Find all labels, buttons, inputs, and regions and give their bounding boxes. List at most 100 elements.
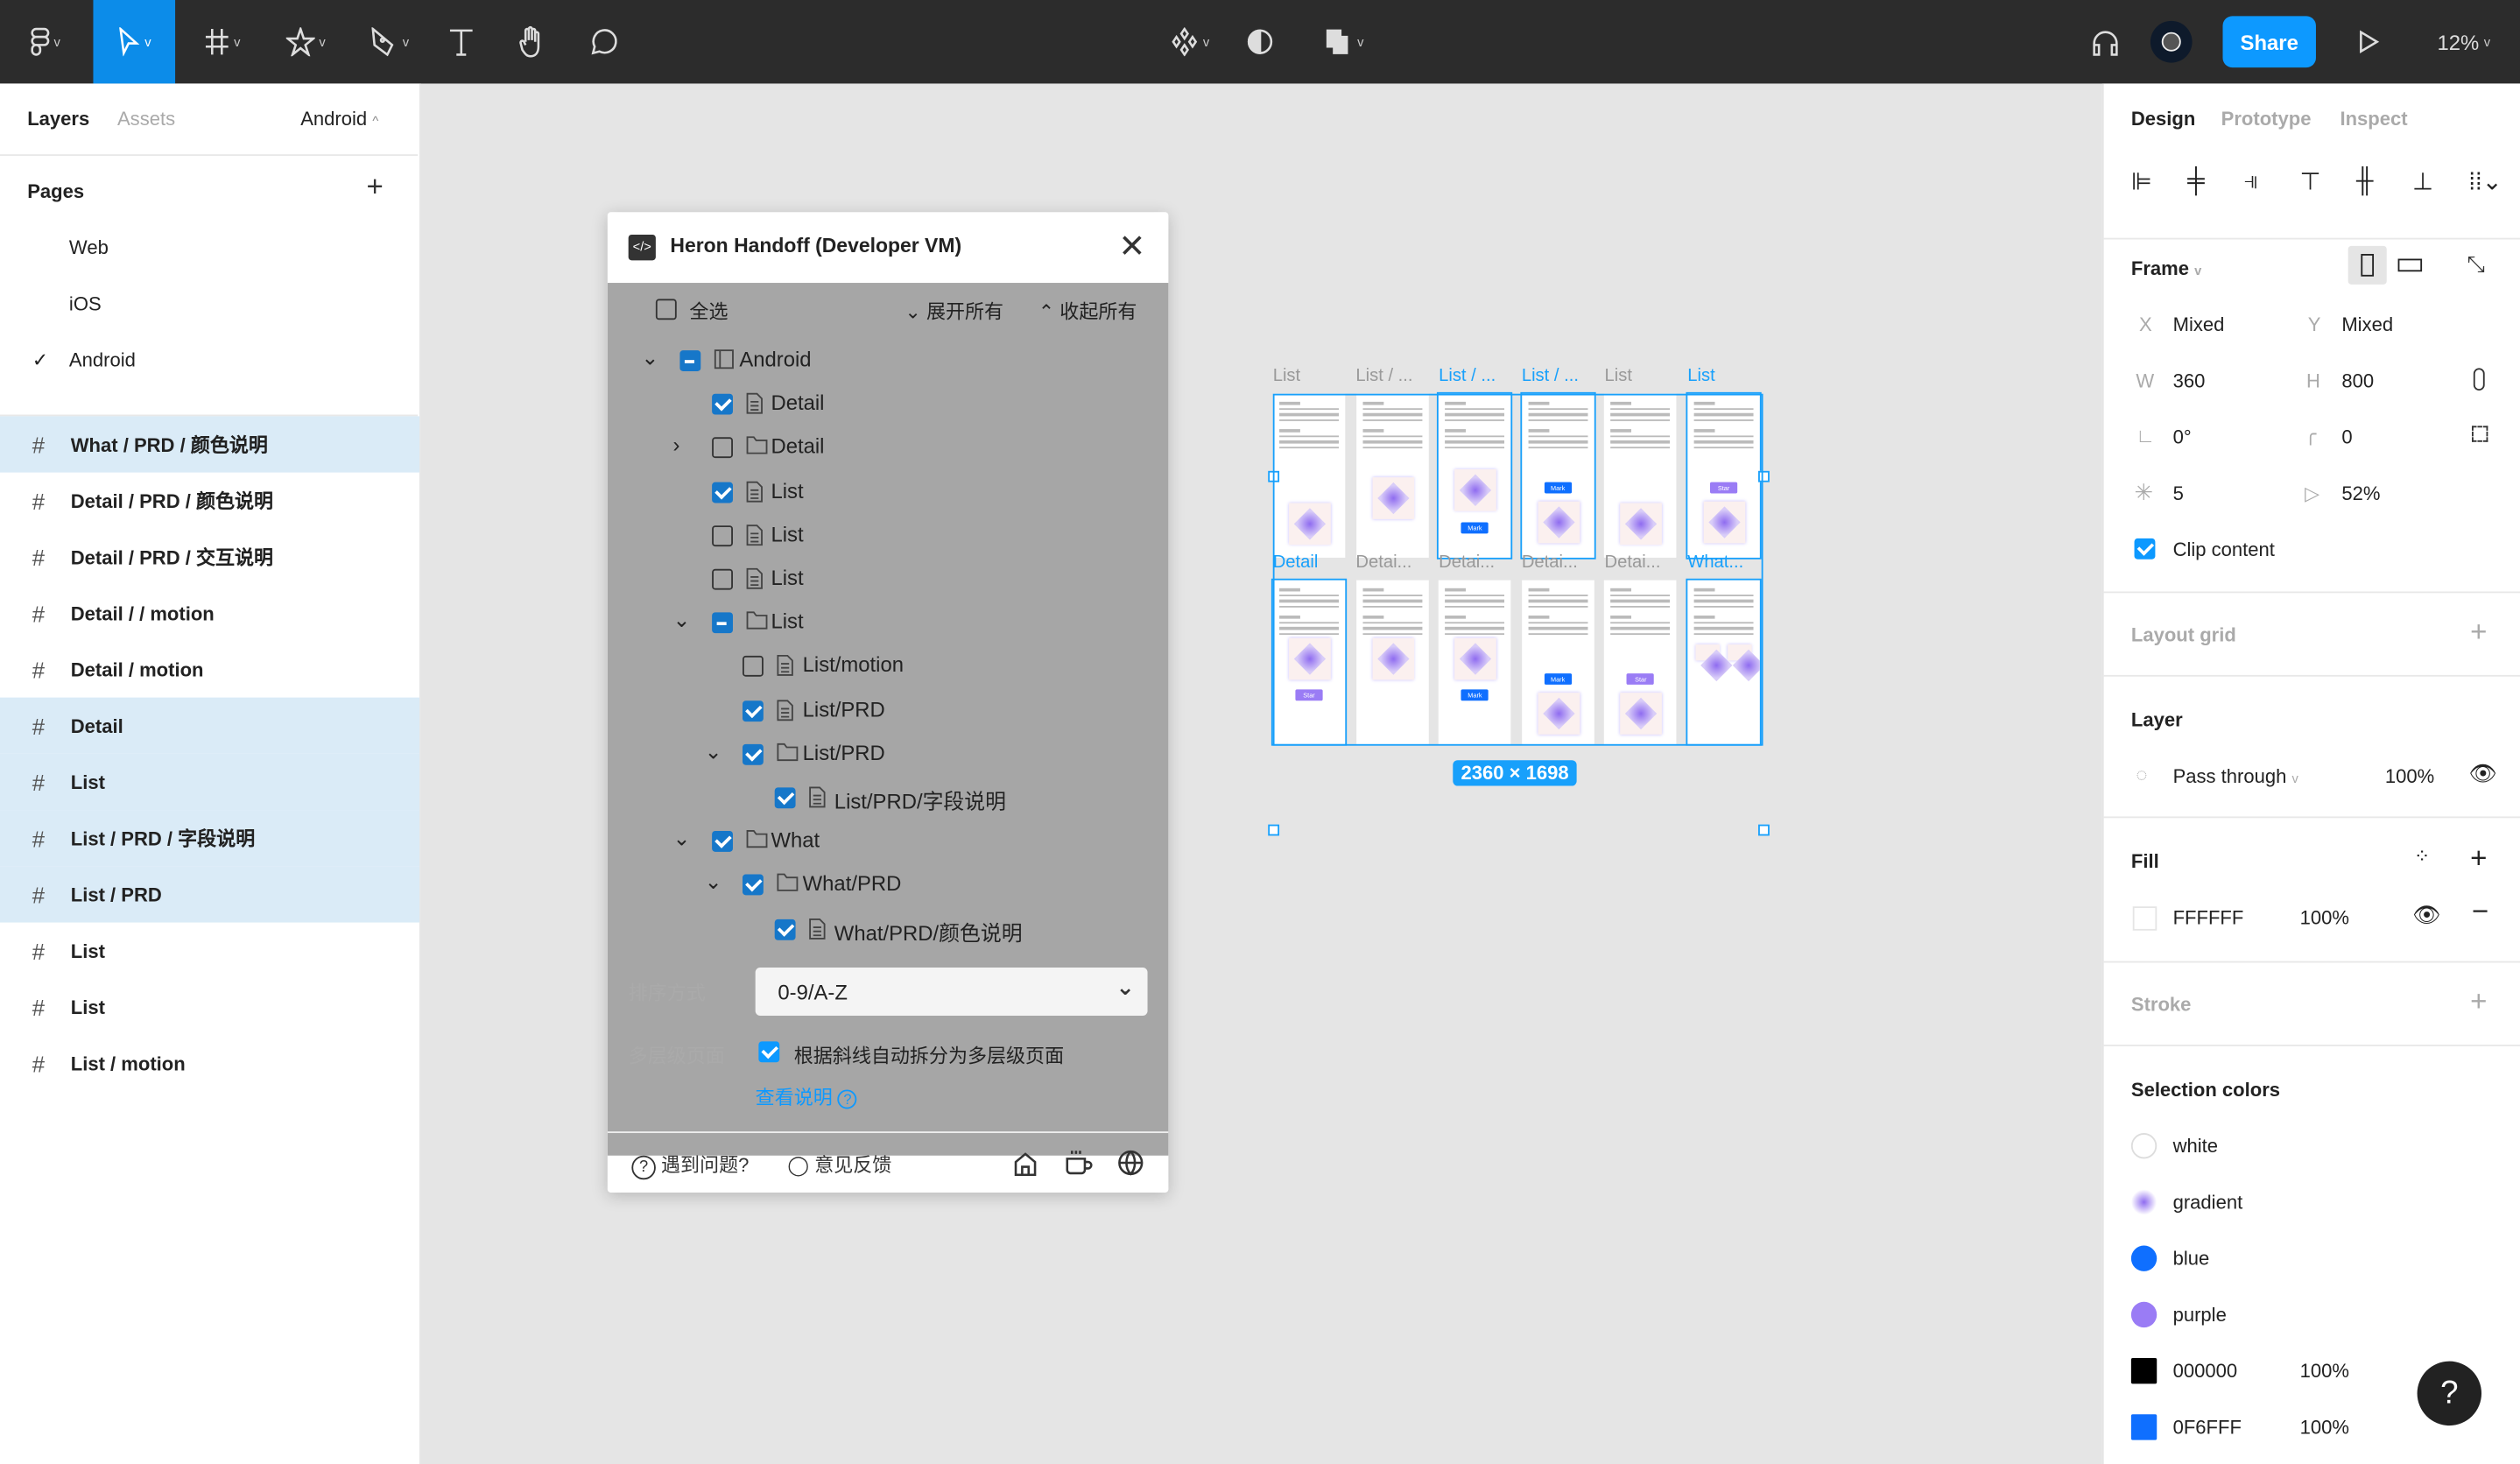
layer-item[interactable]: # Detail / motion — [0, 641, 419, 697]
tree-checkbox[interactable] — [711, 437, 733, 459]
frame-label[interactable]: List — [1687, 366, 1714, 385]
constrain-proportions-icon[interactable] — [2473, 368, 2485, 391]
layer-opacity-input[interactable]: 100% — [2385, 765, 2434, 788]
sort-select[interactable]: 0-9/A-Z ⌄ — [755, 967, 1148, 1017]
radius-input[interactable]: 0 — [2341, 426, 2352, 448]
expand-all-button[interactable]: ⌄ 展开所有 — [905, 298, 1003, 325]
help-link[interactable]: 查看说明 ? — [756, 1083, 857, 1110]
close-button[interactable]: ✕ — [1119, 227, 1146, 267]
audio-button[interactable] — [2083, 0, 2128, 83]
tree-checkbox[interactable] — [711, 524, 733, 546]
align-v-center-icon[interactable]: ╫ — [2356, 167, 2374, 194]
tab-layers[interactable]: Layers — [27, 108, 89, 130]
tree-checkbox[interactable] — [679, 350, 701, 372]
tree-row[interactable]: ⌄ What — [608, 820, 1169, 863]
move-tool-button[interactable]: v — [93, 0, 176, 84]
blend-mode-select[interactable]: Pass through v — [2173, 765, 2298, 788]
portrait-button[interactable] — [2348, 245, 2387, 285]
height-input[interactable]: 800 — [2341, 370, 2374, 392]
chevron-down-icon[interactable]: ⌄ — [641, 346, 658, 371]
x-input[interactable]: Mixed — [2173, 313, 2225, 336]
resize-handle[interactable] — [1758, 824, 1770, 836]
color-swatch[interactable] — [2130, 1301, 2157, 1328]
frame-title[interactable]: Frame v — [2131, 257, 2201, 280]
frame-label[interactable]: List / ... — [1439, 366, 1496, 385]
tree-row[interactable]: List — [608, 470, 1169, 514]
fill-swatch[interactable] — [2132, 906, 2157, 931]
styles-icon[interactable]: ⁘ — [2414, 845, 2430, 868]
tree-checkbox[interactable] — [711, 394, 733, 415]
share-button[interactable]: Share — [2222, 16, 2316, 68]
align-h-center-icon[interactable]: ╪ — [2187, 167, 2205, 194]
ratio-input[interactable]: 52% — [2341, 482, 2380, 505]
tree-row[interactable]: List — [608, 514, 1169, 558]
align-right-icon[interactable]: ⫣ — [2243, 167, 2258, 194]
tab-design[interactable]: Design — [2131, 108, 2195, 130]
zoom-dropdown[interactable]: 12% v — [2424, 0, 2504, 83]
boolean-button[interactable]: v — [1312, 0, 1376, 83]
eye-icon[interactable]: 👁 — [2412, 902, 2441, 929]
select-all-checkbox[interactable] — [655, 299, 677, 320]
tree-checkbox[interactable] — [743, 875, 764, 897]
feedback-button[interactable]: ◯ 意见反馈 — [787, 1151, 891, 1178]
tree-row[interactable]: List/motion — [608, 645, 1169, 689]
frame-label[interactable]: List / ... — [1355, 366, 1412, 385]
fill-hex-input[interactable]: FFFFFF — [2173, 906, 2244, 929]
add-fill-button[interactable]: + — [2470, 842, 2487, 876]
components-button[interactable]: v — [1158, 0, 1221, 83]
layer-item[interactable]: # Detail / / motion — [0, 585, 419, 641]
avatar[interactable] — [2149, 0, 2193, 83]
add-page-button[interactable]: + — [366, 171, 383, 205]
chevron-down-icon[interactable]: ⌄ — [673, 827, 691, 852]
tree-row[interactable]: ⌄ List — [608, 602, 1169, 645]
tree-row[interactable]: ⌄ What/PRD — [608, 863, 1169, 907]
globe-icon[interactable] — [1117, 1149, 1144, 1176]
align-top-icon[interactable]: ⊤ — [2300, 167, 2321, 196]
page-item[interactable]: iOS — [69, 292, 102, 315]
present-button[interactable] — [2350, 0, 2389, 83]
tree-row[interactable]: ⌄ List/PRD — [608, 733, 1169, 777]
color-swatch[interactable] — [2130, 1245, 2157, 1271]
collapse-all-button[interactable]: ⌃ 收起所有 — [1038, 298, 1137, 325]
chevron-right-icon[interactable]: › — [673, 433, 680, 457]
independent-corners-icon[interactable] — [2471, 426, 2488, 442]
y-input[interactable]: Mixed — [2341, 313, 2393, 336]
tree-row[interactable]: Detail — [608, 383, 1169, 426]
add-layout-grid-button[interactable]: + — [2470, 616, 2487, 650]
frame-label[interactable]: List — [1605, 366, 1632, 385]
tree-row[interactable]: List — [608, 558, 1169, 602]
shape-tool-button[interactable]: v — [273, 0, 337, 83]
layer-item[interactable]: # Detail / PRD / 交互说明 — [0, 529, 419, 585]
width-input[interactable]: 360 — [2173, 370, 2206, 392]
tab-prototype[interactable]: Prototype — [2221, 108, 2312, 130]
home-icon[interactable] — [1012, 1151, 1038, 1177]
mask-button[interactable] — [1241, 0, 1279, 83]
add-stroke-button[interactable]: + — [2470, 985, 2487, 1019]
color-swatch[interactable] — [2130, 1133, 2157, 1159]
tree-checkbox[interactable] — [774, 919, 796, 940]
layer-item[interactable]: # Detail — [0, 697, 420, 754]
tree-row[interactable]: › Detail — [608, 426, 1169, 470]
color-swatch[interactable] — [2130, 1357, 2157, 1384]
pen-tool-button[interactable]: v — [356, 0, 420, 83]
page-item[interactable]: Android — [69, 348, 136, 371]
page-selector[interactable]: Android ^ — [300, 108, 378, 130]
tab-assets[interactable]: Assets — [117, 108, 175, 130]
resize-handle[interactable] — [1268, 824, 1280, 836]
tree-checkbox[interactable] — [711, 481, 733, 503]
landscape-icon[interactable] — [2397, 258, 2423, 272]
align-bottom-icon[interactable]: ⊥ — [2412, 167, 2433, 196]
tree-checkbox[interactable] — [711, 612, 733, 634]
color-swatch[interactable] — [2130, 1414, 2157, 1440]
layer-item[interactable]: # What / PRD / 颜色说明 — [0, 416, 420, 473]
layer-item[interactable]: # List — [0, 923, 419, 979]
tree-checkbox[interactable] — [743, 700, 764, 721]
resize-to-fit-icon[interactable]: ⤡ — [2467, 250, 2485, 278]
chevron-down-icon[interactable]: ⌄ — [705, 739, 722, 764]
help-button[interactable]: ? — [2417, 1361, 2482, 1426]
text-tool-button[interactable] — [444, 0, 479, 83]
page-item[interactable]: Web — [69, 236, 109, 259]
distribute-icon[interactable]: ⁞⁞⌄ — [2468, 167, 2502, 196]
chevron-down-icon[interactable]: ⌄ — [705, 870, 722, 896]
layer-item[interactable]: # List / PRD / 字段说明 — [0, 810, 420, 867]
